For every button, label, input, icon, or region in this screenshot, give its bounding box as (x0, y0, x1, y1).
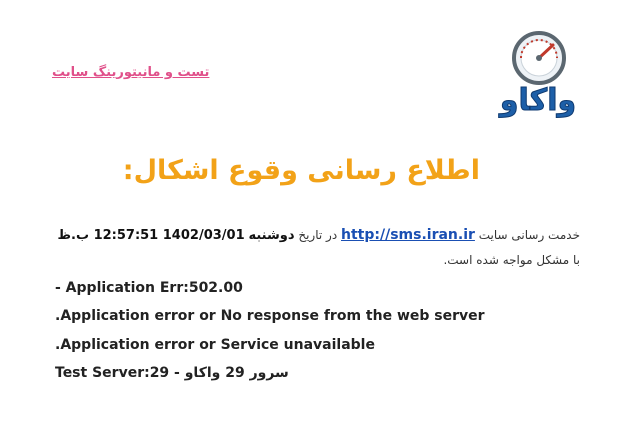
monitoring-link[interactable]: تست و مانیتورینگ سایت (52, 65, 209, 80)
vakav-logo: واکاو (497, 31, 577, 119)
site-link[interactable]: http://sms.iran.ir (341, 227, 475, 243)
error-line-server: Test Server:29 - سرور 29 واکاو (55, 365, 289, 381)
gauge-icon (512, 31, 566, 85)
logo-text: واکاو (498, 83, 576, 118)
error-line-service: .Application error or Service unavailabl… (55, 337, 375, 353)
page-title: اطلاع رسانی وقوع اشکال: (122, 155, 480, 186)
error-notice-text: خدمت رسانی سایت http://sms.iran.ir در تا… (56, 223, 580, 273)
intro-date-word: در تاریخ (298, 228, 338, 242)
intro-prefix: خدمت رسانی سایت (478, 228, 580, 242)
error-line-code: - Application Err:502.00 (55, 280, 243, 296)
intro-datetime: 1402/03/01 12:57:51 ب.ظ (57, 228, 245, 243)
intro-weekday: دوشنبه (248, 228, 295, 243)
error-line-response: .Application error or No response from t… (55, 308, 485, 324)
intro-suffix: با مشکل مواجه شده است. (443, 253, 580, 267)
